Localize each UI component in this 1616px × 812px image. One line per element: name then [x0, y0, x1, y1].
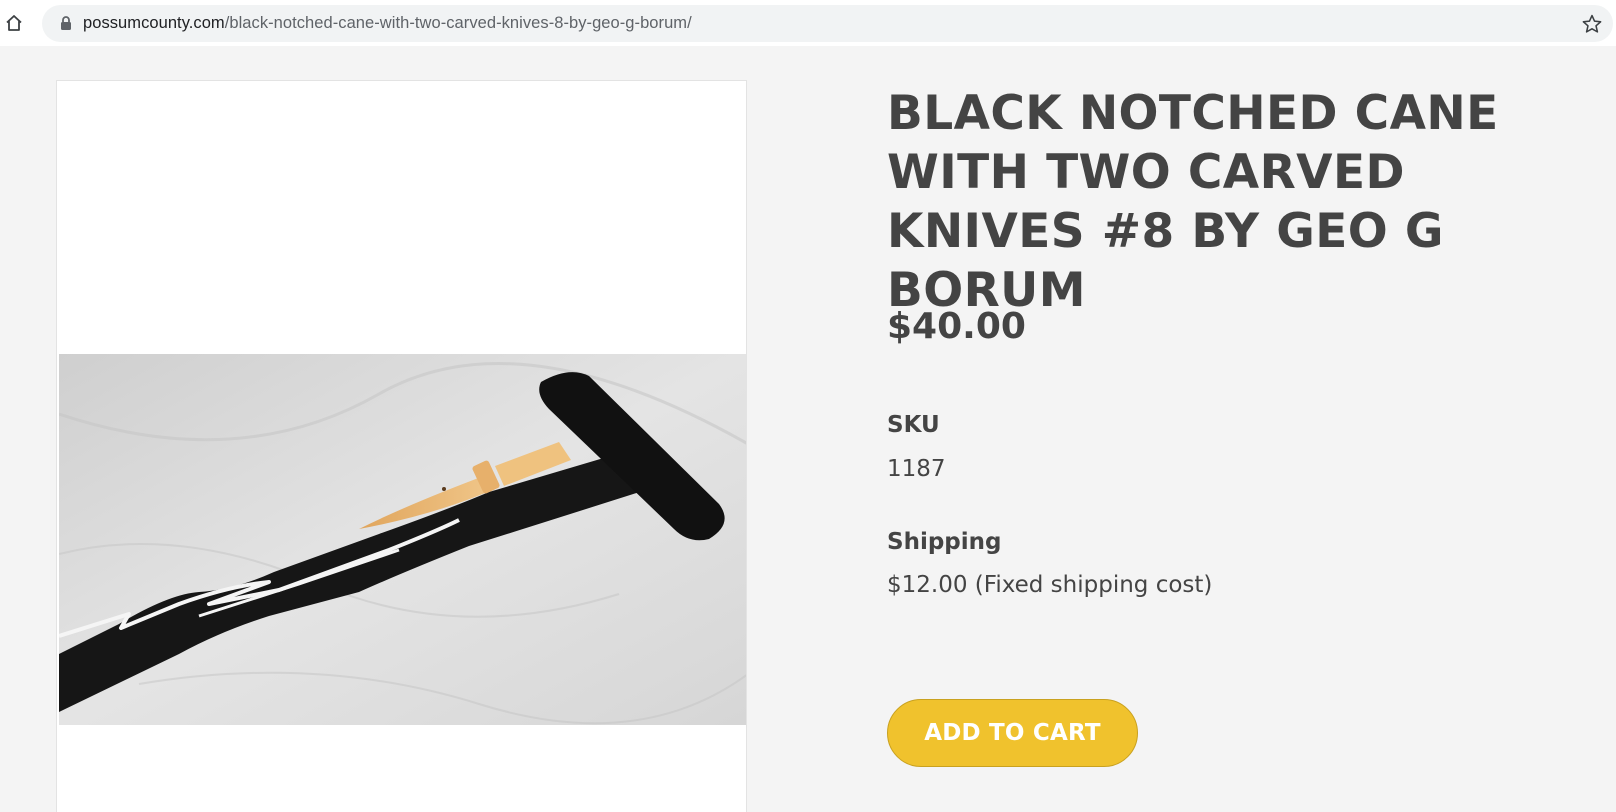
- product-title: BLACK NOTCHED CANE WITH TWO CARVED KNIVE…: [887, 86, 1499, 318]
- shipping-value: $12.00 (Fixed shipping cost): [887, 572, 1213, 598]
- add-to-cart-button[interactable]: ADD TO CART: [887, 699, 1138, 767]
- product-image-panel: [56, 80, 747, 812]
- address-bar[interactable]: possumcounty.com/black-notched-cane-with…: [42, 5, 1613, 42]
- url-text[interactable]: possumcounty.com/black-notched-cane-with…: [83, 14, 692, 33]
- product-price: $40.00: [887, 306, 1026, 347]
- home-icon[interactable]: [2, 12, 26, 34]
- lock-icon[interactable]: [58, 15, 74, 31]
- sku-value: 1187: [887, 456, 946, 482]
- url-path: /black-notched-cane-with-two-carved-kniv…: [224, 14, 692, 32]
- star-icon[interactable]: [1581, 13, 1603, 35]
- url-domain: possumcounty.com: [83, 14, 225, 32]
- shipping-label: Shipping: [887, 529, 1002, 555]
- sku-label: SKU: [887, 412, 940, 438]
- product-details: BLACK NOTCHED CANE WITH TWO CARVED KNIVE…: [887, 80, 1607, 767]
- browser-toolbar: possumcounty.com/black-notched-cane-with…: [0, 0, 1616, 46]
- product-photo[interactable]: [59, 354, 747, 725]
